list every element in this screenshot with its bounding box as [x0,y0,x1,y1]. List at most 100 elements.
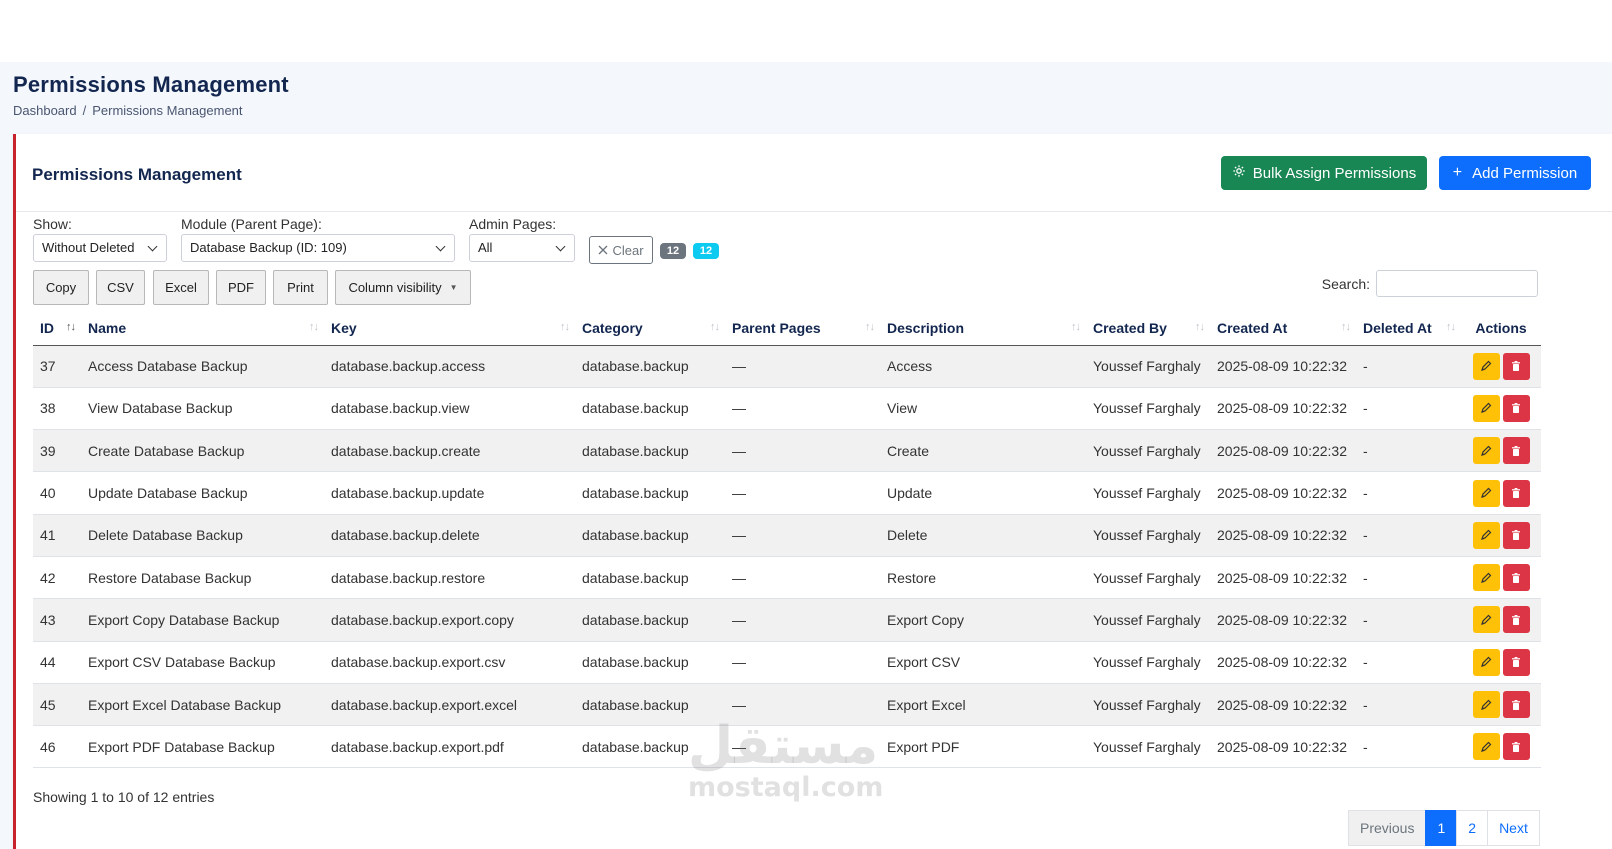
add-permission-button[interactable]: + Add Permission [1439,156,1591,190]
column-header-category[interactable]: Category ↑↓ [575,312,725,346]
pencil-icon [1481,360,1492,372]
cell-created-by: Youssef Farghaly [1086,387,1210,431]
delete-button[interactable] [1502,733,1530,761]
edit-button[interactable] [1472,521,1500,549]
copy-button[interactable]: Copy [33,270,89,305]
print-button[interactable]: Print [273,270,328,305]
delete-button[interactable] [1502,394,1530,422]
column-header-id[interactable]: ID ↑↓ [33,312,81,346]
table-info: Showing 1 to 10 of 12 entries [33,789,215,805]
cell-parent: — [725,641,880,684]
column-header-deleted-at[interactable]: Deleted At ↑↓ [1356,312,1461,346]
bulk-assign-label: Bulk Assign Permissions [1252,164,1417,182]
cell-created-by: Youssef Farghaly [1086,725,1210,769]
breadcrumb-item-dashboard[interactable]: Dashboard [13,103,77,118]
column-header-key[interactable]: Key ↑↓ [324,312,575,346]
cell-actions [1461,683,1541,727]
cell-actions [1461,345,1541,388]
clear-filters-button[interactable]: Clear [589,236,653,264]
column-header-description[interactable]: Description ↑↓ [880,312,1086,346]
cell-deleted-at: - [1356,514,1461,557]
search-label: Search: [1321,275,1370,292]
chevron-down-icon [435,241,446,252]
delete-button[interactable] [1502,564,1530,592]
pagination-page-2[interactable]: 2 [1456,810,1489,846]
count-badge-filtered: 12 [693,243,719,259]
cell-created-at: 2025-08-09 10:22:32 [1210,429,1356,473]
cell-created-by: Youssef Farghaly [1086,345,1210,388]
pdf-button[interactable]: PDF [216,270,266,305]
pagination-next[interactable]: Next [1487,810,1540,846]
clear-label: Clear [612,242,644,258]
cell-id: 38 [33,387,81,431]
delete-button[interactable] [1502,648,1530,676]
edit-button[interactable] [1472,733,1500,761]
pagination: Previous 1 2 Next [1348,810,1540,846]
breadcrumb-item-current: Permissions Management [92,103,243,118]
edit-button[interactable] [1472,479,1500,507]
edit-button[interactable] [1472,394,1500,422]
cell-actions [1461,725,1541,769]
top-navbar [0,0,1612,62]
column-header-parent-pages[interactable]: Parent Pages ↑↓ [725,312,880,346]
show-filter-label: Show: [33,216,72,232]
permissions-table: ID ↑↓ Name ↑↓ Key ↑↓ Category ↑↓ Parent Page… [33,312,1541,769]
delete-button[interactable] [1502,691,1530,719]
edit-button[interactable] [1472,437,1500,465]
excel-button[interactable]: Excel [153,270,209,305]
trash-icon [1512,741,1520,752]
csv-button[interactable]: CSV [96,270,145,305]
table-row: 40 Update Database Backup database.backup.… [33,471,1541,515]
edit-button[interactable] [1472,648,1500,676]
pencil-icon [1481,614,1492,625]
edit-button[interactable] [1472,564,1500,592]
trash-icon [1512,488,1520,499]
pencil-icon [1481,699,1492,710]
column-header-created-at[interactable]: Created At ↑↓ [1210,312,1356,346]
cell-parent: — [725,725,880,769]
cell-deleted-at: - [1356,556,1461,600]
cell-name: Export Copy Database Backup [81,598,324,642]
pagination-previous[interactable]: Previous [1348,810,1427,846]
cell-name: Restore Database Backup [81,556,324,600]
admin-pages-filter-select[interactable]: All [469,234,575,262]
pagination-page-1[interactable]: 1 [1425,810,1458,846]
table-row: 38 View Database Backup database.backup.vi… [33,387,1541,431]
bulk-assign-button[interactable]: Bulk Assign Permissions [1221,156,1427,190]
sort-icon: ↑↓ [309,321,319,333]
breadcrumb: Dashboard / Permissions Management [13,103,289,118]
cell-key: database.backup.restore [324,556,575,600]
cell-created-by: Youssef Farghaly [1086,514,1210,557]
column-header-created-by[interactable]: Created By ↑↓ [1086,312,1210,346]
cell-actions [1461,429,1541,473]
cell-created-by: Youssef Farghaly [1086,429,1210,473]
delete-button[interactable] [1502,352,1530,380]
module-filter-select[interactable]: Database Backup (ID: 109) [181,234,455,262]
search-input[interactable] [1376,270,1538,297]
module-filter-value: Database Backup (ID: 109) [190,240,347,255]
edit-button[interactable] [1472,352,1500,380]
delete-button[interactable] [1502,521,1530,549]
column-visibility-button[interactable]: Column visibility ▼ [335,270,471,305]
cell-deleted-at: - [1356,471,1461,515]
cell-category: database.backup [575,471,725,515]
cell-key: database.backup.export.pdf [324,725,575,769]
cell-id: 40 [33,471,81,515]
delete-button[interactable] [1502,606,1530,634]
trash-icon [1512,403,1520,414]
cell-description: Export Copy [880,598,1086,642]
delete-button[interactable] [1502,479,1530,507]
table-row: 44 Export CSV Database Backup database.bac… [33,641,1541,684]
chevron-down-icon [555,241,566,252]
admin-pages-filter-value: All [478,240,493,255]
cell-actions [1461,387,1541,431]
cell-created-at: 2025-08-09 10:22:32 [1210,387,1356,431]
edit-button[interactable] [1472,691,1500,719]
show-filter-select[interactable]: Without Deleted [33,234,167,262]
cell-id: 44 [33,641,81,684]
cell-deleted-at: - [1356,387,1461,431]
edit-button[interactable] [1472,606,1500,634]
column-header-name[interactable]: Name ↑↓ [81,312,324,346]
delete-button[interactable] [1502,437,1530,465]
cell-id: 42 [33,556,81,600]
